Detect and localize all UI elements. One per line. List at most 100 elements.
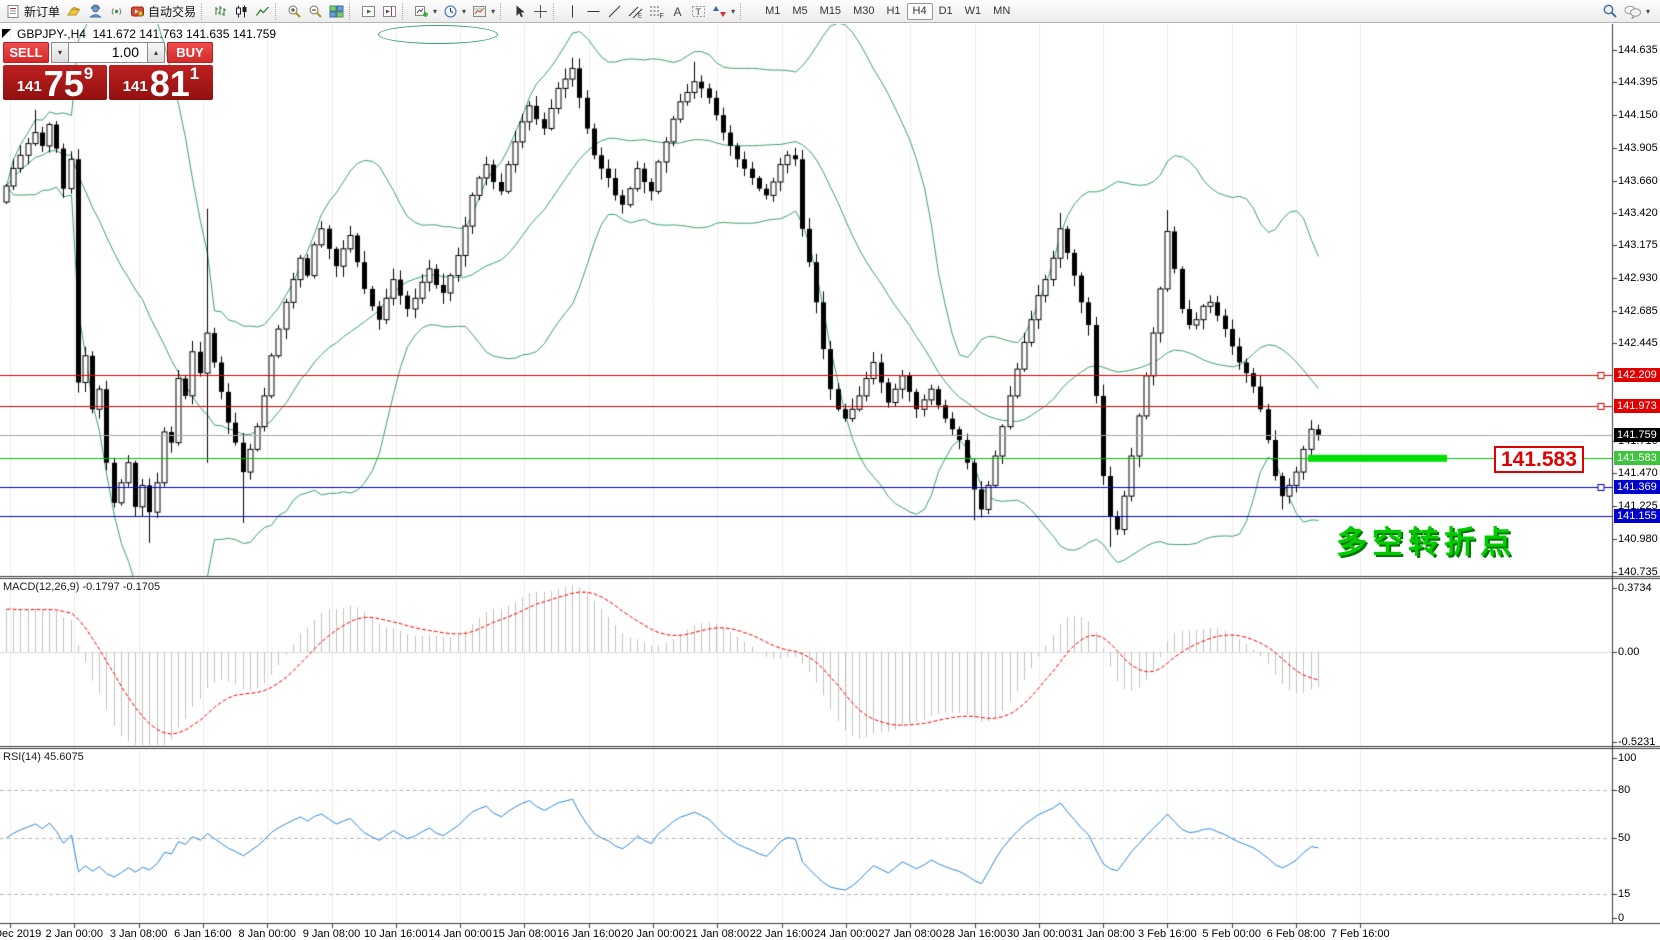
time-tick-label: 14 Jan 00:00 [428,928,492,940]
line-chart-button[interactable] [252,1,273,21]
zoom-out-icon [308,4,323,19]
time-tick-label: 31 Jan 08:00 [1071,928,1135,940]
buy-button[interactable]: BUY [167,42,213,63]
timeframe-m1[interactable]: M1 [759,3,786,20]
price-tick-label: 142.445 [1618,337,1658,349]
dropdown-caret: ▾ [491,7,495,16]
time-tick-label: 30 Jan 00:00 [1007,928,1071,940]
toolbar-right-group: ▾ [1599,1,1653,21]
macd-axis-label: -0.5231 [1618,736,1655,748]
timeframe-h4[interactable]: H4 [907,3,933,20]
new-chart-button[interactable]: ▾ [411,1,440,21]
timeframe-mn[interactable]: MN [987,3,1016,20]
time-tick-label: 5 Feb 00:00 [1202,928,1261,940]
gold-button[interactable] [63,1,85,21]
cursor-icon [512,4,527,19]
templates-button[interactable]: ▾ [469,1,498,21]
chat-button[interactable]: ▾ [1621,1,1653,21]
horizontal-line-button[interactable] [583,1,604,21]
price-line-label: 141.369 [1614,480,1660,494]
volume-stepper: ▾ 1.00 ▴ [51,42,165,63]
price-tick-label: 143.420 [1618,207,1658,219]
timeframe-m15[interactable]: M15 [814,3,847,20]
symbol-ohlc-line: GBPJPY-,H4 141.672 141.763 141.635 141.7… [17,27,276,41]
trendline-button[interactable] [604,1,625,21]
profiles-button[interactable]: ▾ [440,1,469,21]
timeframe-group: M1M5M15M30H1H4D1W1MN [759,3,1016,20]
timeframe-h1[interactable]: H1 [880,3,906,20]
time-tick-label: 28 Jan 16:00 [943,928,1007,940]
price-level-annotation[interactable]: 141.583 [1494,446,1584,473]
zoom-in-icon [287,4,302,19]
volume-decrease-button[interactable]: ▾ [51,42,69,63]
buy-price-display[interactable]: 141811 [109,65,213,100]
gold-ingot-icon [66,4,82,19]
sell-price-display[interactable]: 141759 [3,65,107,100]
cursor-button[interactable] [509,1,530,21]
rsi-axis-label: 100 [1618,752,1636,764]
sell-price-main: 75 [44,69,84,99]
tile-windows-button[interactable] [326,1,347,21]
volume-increase-button[interactable]: ▴ [147,42,165,63]
toolbar-separator [275,3,280,20]
volume-field[interactable]: 1.00 [69,42,147,63]
rsi-axis-label: 15 [1618,888,1630,900]
price-tick-label: 143.175 [1618,239,1658,251]
toolbar-separator [740,3,745,20]
time-tick-label: 9 Jan 08:00 [303,928,361,940]
buy-price-pip: 1 [190,64,199,84]
price-line-label: 141.973 [1614,399,1660,413]
macd-axis-label: 0.3734 [1618,582,1652,594]
timeframe-w1[interactable]: W1 [959,3,988,20]
fibonacci-button[interactable]: F [646,1,667,21]
crosshair-button[interactable] [530,1,551,21]
auto-scroll-button[interactable] [358,1,379,21]
timeframe-m5[interactable]: M5 [786,3,813,20]
tile-windows-icon [329,4,344,19]
macd-indicator-label: MACD(12,26,9) -0.1797 -0.1705 [3,581,160,593]
search-icon [1602,3,1618,19]
svg-text:A: A [674,5,682,19]
price-line-label: 142.209 [1614,368,1660,382]
chart-template-icon [472,4,487,19]
vertical-line-icon [565,4,580,19]
text-label-button[interactable]: T [688,1,709,21]
text-button[interactable]: A [667,1,688,21]
zoom-in-button[interactable] [284,1,305,21]
price-tick-label: 140.980 [1618,533,1658,545]
toolbar: 新订单 自动交易 ▾ ▾ [0,0,1660,23]
timeframe-d1[interactable]: D1 [933,3,959,20]
channel-button[interactable]: E [625,1,646,21]
horizontal-line-icon [586,4,601,19]
price-line-label: 141.583 [1614,451,1660,465]
sell-button[interactable]: SELL [3,42,49,63]
vertical-line-button[interactable] [562,1,583,21]
price-tick-label: 142.685 [1618,305,1658,317]
arrows-button[interactable]: ▾ [709,1,738,21]
price-tick-label: 143.905 [1618,142,1658,154]
signals-button[interactable] [106,1,127,21]
time-tick-label: 24 Jan 00:00 [814,928,878,940]
candle-chart-button[interactable] [231,1,252,21]
support-button[interactable] [85,1,106,21]
price-tick-label: 144.150 [1618,109,1658,121]
time-tick-label: 16 Jan 16:00 [557,928,621,940]
chart-shift-button[interactable] [379,1,400,21]
chart-shift-icon [382,4,397,19]
auto-trading-button[interactable]: 自动交易 [127,1,199,21]
bar-chart-button[interactable] [210,1,231,21]
line-chart-icon [255,4,270,19]
new-order-button[interactable]: 新订单 [3,1,63,21]
price-line-label: 141.155 [1614,509,1660,523]
new-order-icon [6,4,21,19]
turning-point-annotation[interactable]: 多空转折点 [1336,517,1516,562]
time-tick-label: 15 Jan 08:00 [493,928,557,940]
zoom-out-button[interactable] [305,1,326,21]
search-button[interactable] [1599,1,1621,21]
dropdown-caret: ▾ [462,7,466,16]
time-tick-label: 3 Feb 16:00 [1138,928,1197,940]
ellipse-annotation[interactable] [378,25,498,44]
timeframe-m30[interactable]: M30 [847,3,880,20]
chart-canvas[interactable] [0,0,1660,940]
one-click-trading-panel: SELL ▾ 1.00 ▴ BUY 141759 141811 [3,42,213,100]
